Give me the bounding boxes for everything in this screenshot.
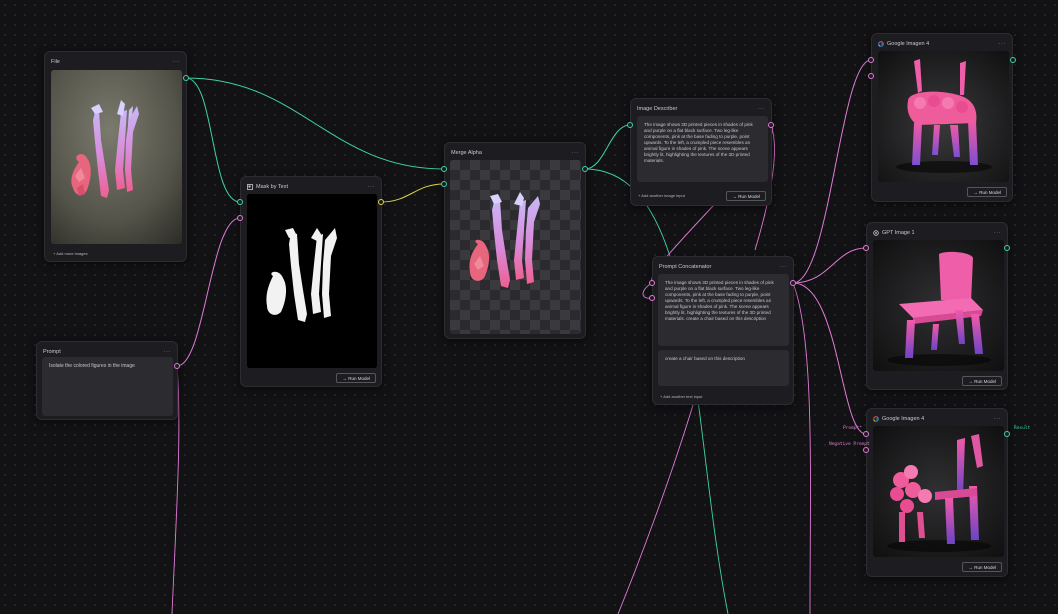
merge-output-port[interactable]	[582, 166, 588, 172]
node-title: Google Imagen 4	[887, 41, 930, 47]
node-menu-button[interactable]: ···	[780, 264, 788, 270]
node-title: File	[51, 59, 60, 65]
node-menu-button[interactable]: ···	[999, 41, 1007, 47]
node-title: Mask by Text	[256, 184, 288, 190]
merge-image-input-port[interactable]	[441, 166, 447, 172]
imagen-bottom-output-port[interactable]	[1004, 431, 1010, 437]
prompt-node[interactable]: Prompt ··· Isolate the colored figures i…	[36, 341, 178, 420]
wire-concat-down	[617, 404, 694, 614]
imagen-bottom-negative-port[interactable]	[863, 447, 869, 453]
merge-alpha-preview	[450, 160, 581, 334]
mask-preview	[247, 194, 377, 368]
file-image-preview	[51, 70, 182, 244]
describer-image-input-port[interactable]	[627, 122, 633, 128]
mask-prompt-input-port[interactable]	[237, 215, 243, 221]
google-imagen-bottom-node[interactable]: Google Imagen 4 ··· → Run Model	[866, 408, 1008, 577]
run-model-label: → Run Model	[968, 378, 996, 384]
node-title: Google Imagen 4	[882, 416, 925, 422]
gpt-image-node[interactable]: GPT Image 1 ··· → Run Model	[866, 222, 1008, 390]
concat-output-port[interactable]	[790, 280, 796, 286]
describer-output-port[interactable]	[768, 122, 774, 128]
add-text-input-label: + Add another text input	[660, 394, 703, 399]
concat-input-port-2[interactable]	[649, 295, 655, 301]
run-model-label: → Run Model	[342, 375, 370, 381]
node-title: Prompt Concatenator	[659, 264, 712, 270]
imagen-top-negative-port[interactable]	[868, 73, 874, 79]
run-model-button[interactable]: → Run Model	[962, 376, 1002, 386]
wire-concat-to-imagen-bottom	[792, 282, 867, 435]
concat-input-port-1[interactable]	[649, 280, 655, 286]
add-image-input-link[interactable]: + Add another image input	[638, 193, 685, 198]
node-menu-button[interactable]: ···	[572, 150, 580, 156]
node-menu-button[interactable]: ···	[994, 230, 1002, 236]
node-menu-button[interactable]: ···	[173, 59, 181, 65]
mask-icon	[247, 184, 253, 190]
concatenated-output: The image shows 3D printed pieces in sha…	[658, 274, 789, 346]
wire-file-to-merge	[185, 77, 445, 170]
port-label-negative-prompt: Negative Prompt	[829, 442, 870, 447]
port-label-result: Result	[1014, 426, 1031, 431]
wire-concat-to-imagen-top	[792, 59, 872, 284]
google-imagen-top-node[interactable]: Google Imagen 4 ··· → Run Model	[871, 33, 1013, 202]
mask-image-input-port[interactable]	[237, 199, 243, 205]
imagen-top-output-port[interactable]	[1010, 57, 1016, 63]
run-model-button[interactable]: → Run Model	[962, 562, 1002, 572]
port-label-prompt: Prompt*	[843, 426, 862, 431]
wire-file-to-mask	[185, 77, 241, 203]
description-output: The image shows 3D printed pieces in sha…	[637, 116, 768, 182]
file-node[interactable]: File ··· + Add more images	[44, 51, 187, 262]
node-menu-button[interactable]: ···	[994, 416, 1002, 422]
image-describer-node[interactable]: Image Describer ··· The image shows 3D p…	[630, 98, 772, 206]
wire-merge-to-describer	[584, 124, 631, 170]
file-output-port[interactable]	[183, 75, 189, 81]
add-text-input-link[interactable]: + Add another text input	[660, 394, 702, 399]
node-title: Merge Alpha	[451, 150, 482, 156]
generated-image-preview	[878, 51, 1009, 182]
run-model-button[interactable]: → Run Model	[967, 187, 1007, 197]
mask-output-port[interactable]	[378, 199, 384, 205]
openai-icon	[873, 230, 879, 236]
node-title: Prompt	[43, 349, 61, 355]
prompt-text-input[interactable]: Isolate the colored figures in the image	[42, 357, 173, 416]
prompt-concatenator-node[interactable]: Prompt Concatenator ··· The image shows …	[652, 256, 794, 405]
wire-mask-to-merge	[380, 183, 445, 203]
merge-mask-input-port[interactable]	[441, 181, 447, 187]
merge-alpha-node[interactable]: Merge Alpha ···	[444, 142, 586, 339]
gpt-prompt-port[interactable]	[863, 245, 869, 251]
mask-by-text-node[interactable]: Mask by Text ··· → Run Model	[240, 176, 382, 387]
generated-image-preview	[873, 426, 1004, 557]
node-menu-button[interactable]: ···	[164, 349, 172, 355]
add-more-images-label: + Add more images	[53, 251, 88, 256]
node-menu-button[interactable]: ···	[758, 106, 766, 112]
gpt-output-port[interactable]	[1004, 245, 1010, 251]
wire-concat-to-gpt	[792, 247, 867, 284]
imagen-top-prompt-port[interactable]	[868, 57, 874, 63]
run-model-button[interactable]: → Run Model	[726, 191, 766, 201]
node-title: GPT Image 1	[882, 230, 915, 236]
run-model-button[interactable]: → Run Model	[336, 373, 376, 383]
node-title: Image Describer	[637, 106, 678, 112]
add-more-images-link[interactable]: + Add more images	[53, 251, 88, 256]
prompt-output-port[interactable]	[174, 363, 180, 369]
additional-text-input[interactable]: create a chair based on this description	[658, 350, 789, 386]
add-image-input-label: + Add another image input	[638, 193, 685, 198]
google-icon	[873, 416, 879, 422]
google-icon	[878, 41, 884, 47]
wire-concat-down-right	[792, 282, 811, 614]
run-model-label: → Run Model	[968, 564, 996, 570]
run-model-label: → Run Model	[973, 189, 1001, 195]
imagen-bottom-prompt-port[interactable]	[863, 431, 869, 437]
generated-image-preview	[873, 240, 1004, 371]
run-model-label: → Run Model	[732, 193, 760, 199]
node-menu-button[interactable]: ···	[368, 184, 376, 190]
